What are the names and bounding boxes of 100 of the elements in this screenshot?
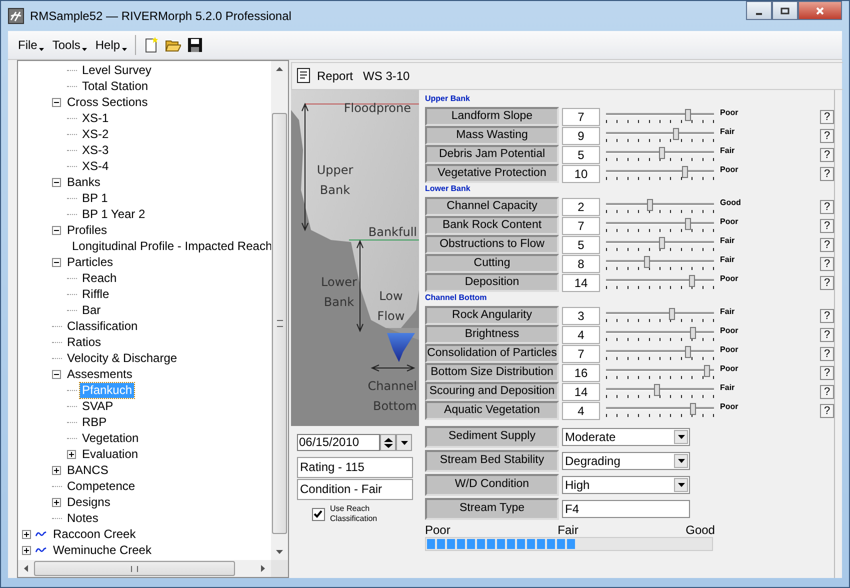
help-button[interactable]: ? — [820, 256, 834, 270]
score-field[interactable]: 4 — [562, 326, 600, 344]
slider-thumb[interactable] — [659, 236, 666, 248]
expander-icon[interactable] — [52, 258, 61, 266]
slider[interactable] — [606, 198, 714, 214]
tree-item[interactable]: BP 1 — [80, 190, 110, 206]
help-button[interactable]: ? — [820, 238, 834, 252]
tree-item[interactable]: Reach — [80, 270, 119, 286]
slider[interactable] — [606, 108, 714, 124]
tree-item[interactable]: BANCS — [65, 462, 110, 478]
score-field[interactable]: 7 — [562, 344, 600, 362]
score-field[interactable]: 4 — [562, 402, 600, 420]
tree-item[interactable]: SVAP — [80, 398, 116, 414]
expander-icon[interactable] — [52, 370, 61, 378]
score-field[interactable]: 9 — [562, 126, 600, 144]
slider-thumb[interactable] — [685, 218, 691, 230]
text-field[interactable]: F4 — [562, 500, 690, 518]
slider[interactable] — [606, 346, 714, 362]
tree-item[interactable]: RBP — [80, 414, 109, 430]
horizontal-scrollbar[interactable] — [18, 560, 271, 577]
tree-item[interactable]: Evaluation — [80, 446, 140, 462]
new-file-icon[interactable] — [143, 37, 160, 53]
tree-item[interactable]: Velocity & Discharge — [65, 350, 180, 366]
spin-button[interactable] — [380, 434, 396, 451]
dropdown-arrow-button[interactable] — [674, 454, 688, 468]
score-field[interactable]: 2 — [562, 198, 600, 216]
menu-item[interactable]: Tools — [48, 38, 92, 52]
tree-item[interactable]: Competence — [65, 478, 138, 494]
expander-icon[interactable] — [52, 466, 61, 474]
slider[interactable] — [606, 128, 714, 144]
scroll-left-icon[interactable] — [24, 565, 28, 572]
slider[interactable] — [606, 308, 714, 324]
tree-item[interactable]: Designs — [65, 494, 112, 510]
slider[interactable] — [606, 256, 714, 272]
slider-thumb[interactable] — [690, 326, 696, 338]
tree-item[interactable]: XS-1 — [80, 110, 111, 126]
dropdown[interactable]: Degrading — [562, 452, 690, 470]
tree-item[interactable]: Raccoon Creek — [51, 526, 138, 542]
score-field[interactable]: 10 — [562, 164, 600, 182]
score-field[interactable]: 5 — [562, 146, 600, 164]
help-button[interactable]: ? — [820, 308, 834, 322]
expander-icon[interactable] — [22, 546, 31, 554]
menu-item[interactable]: File — [14, 38, 48, 52]
date-field[interactable]: 06/15/2010 — [297, 434, 380, 451]
help-button[interactable]: ? — [820, 384, 834, 398]
report-button[interactable]: Report — [297, 68, 354, 84]
score-field[interactable]: 5 — [562, 236, 600, 254]
slider[interactable] — [606, 166, 714, 182]
tree-item[interactable]: Ratios — [65, 334, 104, 350]
help-button[interactable]: ? — [820, 366, 834, 380]
slider[interactable] — [606, 326, 714, 342]
slider-thumb[interactable] — [689, 274, 696, 286]
slider-thumb[interactable] — [654, 384, 660, 396]
score-field[interactable]: 3 — [562, 306, 600, 324]
slider[interactable] — [606, 236, 714, 252]
minimize-button[interactable] — [746, 1, 772, 20]
tree-item[interactable]: Banks — [65, 174, 102, 190]
scroll-up-icon[interactable] — [276, 67, 283, 71]
dropdown-arrow-button[interactable] — [674, 478, 688, 492]
help-button[interactable]: ? — [820, 200, 834, 214]
tree-item[interactable]: Weminuche Creek — [51, 542, 154, 558]
tree-item[interactable]: Level Survey — [80, 62, 154, 78]
slider-thumb[interactable] — [668, 308, 675, 320]
scroll-right-icon[interactable] — [261, 565, 265, 572]
score-field[interactable]: 14 — [562, 382, 600, 400]
slider-thumb[interactable] — [685, 346, 691, 358]
expander-icon[interactable] — [52, 498, 61, 506]
tree-item[interactable]: Classification — [65, 318, 140, 334]
menu-item[interactable]: Help — [91, 38, 132, 52]
help-button[interactable]: ? — [820, 166, 834, 180]
checkbox[interactable] — [312, 508, 325, 520]
tree-item[interactable]: XS-3 — [80, 142, 111, 158]
score-field[interactable]: 14 — [562, 274, 600, 292]
help-button[interactable]: ? — [820, 346, 834, 360]
score-field[interactable]: 7 — [562, 216, 600, 234]
slider-thumb[interactable] — [659, 146, 666, 158]
tree-item[interactable]: Vegetation — [80, 430, 141, 446]
tree-item[interactable]: Bar — [80, 302, 103, 318]
tree-item[interactable]: Profiles — [65, 222, 110, 238]
dropdown-button[interactable] — [396, 434, 412, 451]
tree-item[interactable]: XS-4 — [80, 158, 111, 174]
slider-thumb[interactable] — [690, 402, 696, 414]
slider-thumb[interactable] — [673, 128, 680, 140]
expander-icon[interactable] — [52, 226, 61, 234]
slider[interactable] — [606, 402, 714, 418]
dropdown[interactable]: Moderate — [562, 428, 690, 446]
slider[interactable] — [606, 218, 714, 234]
vertical-scrollbar[interactable] — [271, 61, 288, 560]
tree-item[interactable]: XS-2 — [80, 126, 111, 142]
tree-item[interactable]: Assesments — [65, 366, 134, 382]
help-button[interactable]: ? — [820, 110, 834, 124]
expander-icon[interactable] — [67, 450, 76, 458]
expander-icon[interactable] — [52, 98, 61, 106]
expander-icon[interactable] — [52, 178, 61, 186]
dropdown-arrow-button[interactable] — [674, 430, 688, 444]
tree-item[interactable]: Total Station — [80, 78, 150, 94]
tree-item[interactable]: BP 1 Year 2 — [80, 206, 148, 222]
help-button[interactable]: ? — [820, 148, 834, 162]
slider-thumb[interactable] — [647, 198, 654, 210]
slider[interactable] — [606, 384, 714, 400]
